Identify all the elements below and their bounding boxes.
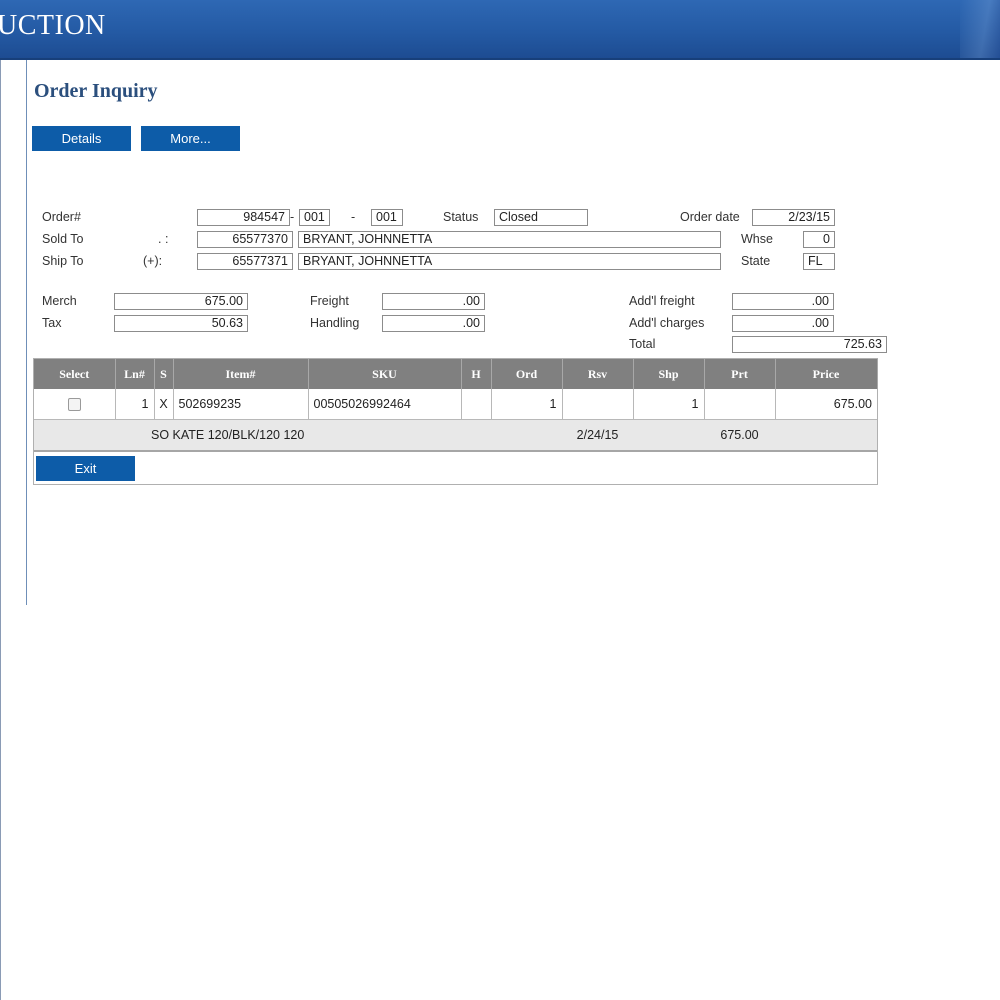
order-number-field[interactable]: 984547 [197,209,290,226]
freight-label: Freight [310,294,349,308]
warehouse-field[interactable]: 0 [803,231,835,248]
addl-charges-field[interactable]: .00 [732,315,834,332]
table-header-row: Select Ln# S Item# SKU H Ord Rsv Shp Prt… [34,359,878,389]
total-label: Total [629,337,656,351]
item-number-cell: 502699235 [173,389,309,420]
order-number-label: Order# [42,210,81,224]
tax-label: Tax [42,316,62,330]
ship-to-marker: (+): [143,254,163,268]
column-header-line-number[interactable]: Ln# [115,359,155,389]
hold-cell [461,389,492,420]
window-left-edge [0,60,1,1000]
table-row-detail: SO KATE 120/BLK/120 120 2/24/15 675.00 [34,419,877,452]
column-header-hold[interactable]: H [461,359,492,389]
ship-to-label: Ship To [42,254,84,268]
tax-field[interactable]: 50.63 [114,315,248,332]
state-field[interactable]: FL [803,253,835,270]
order-date-label: Order date [680,210,740,224]
order-lines-grid: Select Ln# S Item# SKU H Ord Rsv Shp Prt… [33,358,878,485]
column-header-shipped[interactable]: Shp [633,359,705,389]
handling-label: Handling [310,316,360,330]
status-field[interactable]: Closed [494,209,588,226]
order-suffix-field[interactable]: 001 [299,209,330,226]
order-lines-table: Select Ln# S Item# SKU H Ord Rsv Shp Prt… [34,359,878,452]
exit-button[interactable]: Exit [36,456,135,481]
line-status-cell: X [154,389,174,420]
addl-freight-label: Add'l freight [629,294,695,308]
price-cell: 675.00 [775,389,877,420]
column-header-sku[interactable]: SKU [308,359,462,389]
page-title: Order Inquiry [34,80,158,102]
row-select-checkbox[interactable] [67,397,81,411]
item-description-cell: SO KATE 120/BLK/120 120 [115,419,491,452]
order-number-dash: - [290,210,295,224]
addl-charges-label: Add'l charges [629,316,705,330]
column-header-price[interactable]: Price [775,359,878,389]
freight-field[interactable]: .00 [382,293,485,310]
column-header-select[interactable]: Select [34,359,116,389]
column-header-reserved[interactable]: Rsv [562,359,634,389]
total-field[interactable]: 725.63 [732,336,887,353]
ship-to-name-field[interactable]: BRYANT, JOHNNETTA [298,253,721,270]
column-header-printed[interactable]: Prt [704,359,776,389]
merch-field[interactable]: 675.00 [114,293,248,310]
sku-cell: 00505026992464 [308,389,462,420]
order-line-field[interactable]: 001 [371,209,403,226]
details-button[interactable]: Details [32,126,131,151]
line-number-cell: 1 [115,389,155,420]
column-header-ordered[interactable]: Ord [491,359,563,389]
line-amount-cell: 675.00 [704,419,775,452]
sold-to-label: Sold To [42,232,84,246]
sold-to-number-field[interactable]: 65577370 [197,231,293,248]
status-label: Status [443,210,479,224]
printed-qty-cell [704,389,776,420]
warehouse-label: Whse [741,232,773,246]
order-suffix-separator: - [351,210,356,224]
reserved-qty-cell [562,389,634,420]
sold-to-marker: . : [158,232,169,246]
content-left-rule [26,60,27,605]
banner-title: UCTION [0,10,106,41]
state-label: State [741,254,771,268]
line-date-cell: 2/24/15 [562,419,633,452]
banner-corner-decoration [960,0,1000,58]
order-date-field[interactable]: 2/23/15 [752,209,835,226]
app-banner: UCTION [0,0,1000,60]
more-button[interactable]: More... [141,126,240,151]
ship-to-number-field[interactable]: 65577371 [197,253,293,270]
handling-field[interactable]: .00 [382,315,485,332]
select-cell [34,389,116,420]
shipped-qty-cell: 1 [633,389,705,420]
merch-label: Merch [42,294,77,308]
column-header-item-number[interactable]: Item# [173,359,309,389]
ordered-qty-cell: 1 [491,389,563,420]
addl-freight-field[interactable]: .00 [732,293,834,310]
column-header-status[interactable]: S [154,359,174,389]
sold-to-name-field[interactable]: BRYANT, JOHNNETTA [298,231,721,248]
table-row: 1 X 502699235 00505026992464 1 1 675.00 [34,389,877,420]
